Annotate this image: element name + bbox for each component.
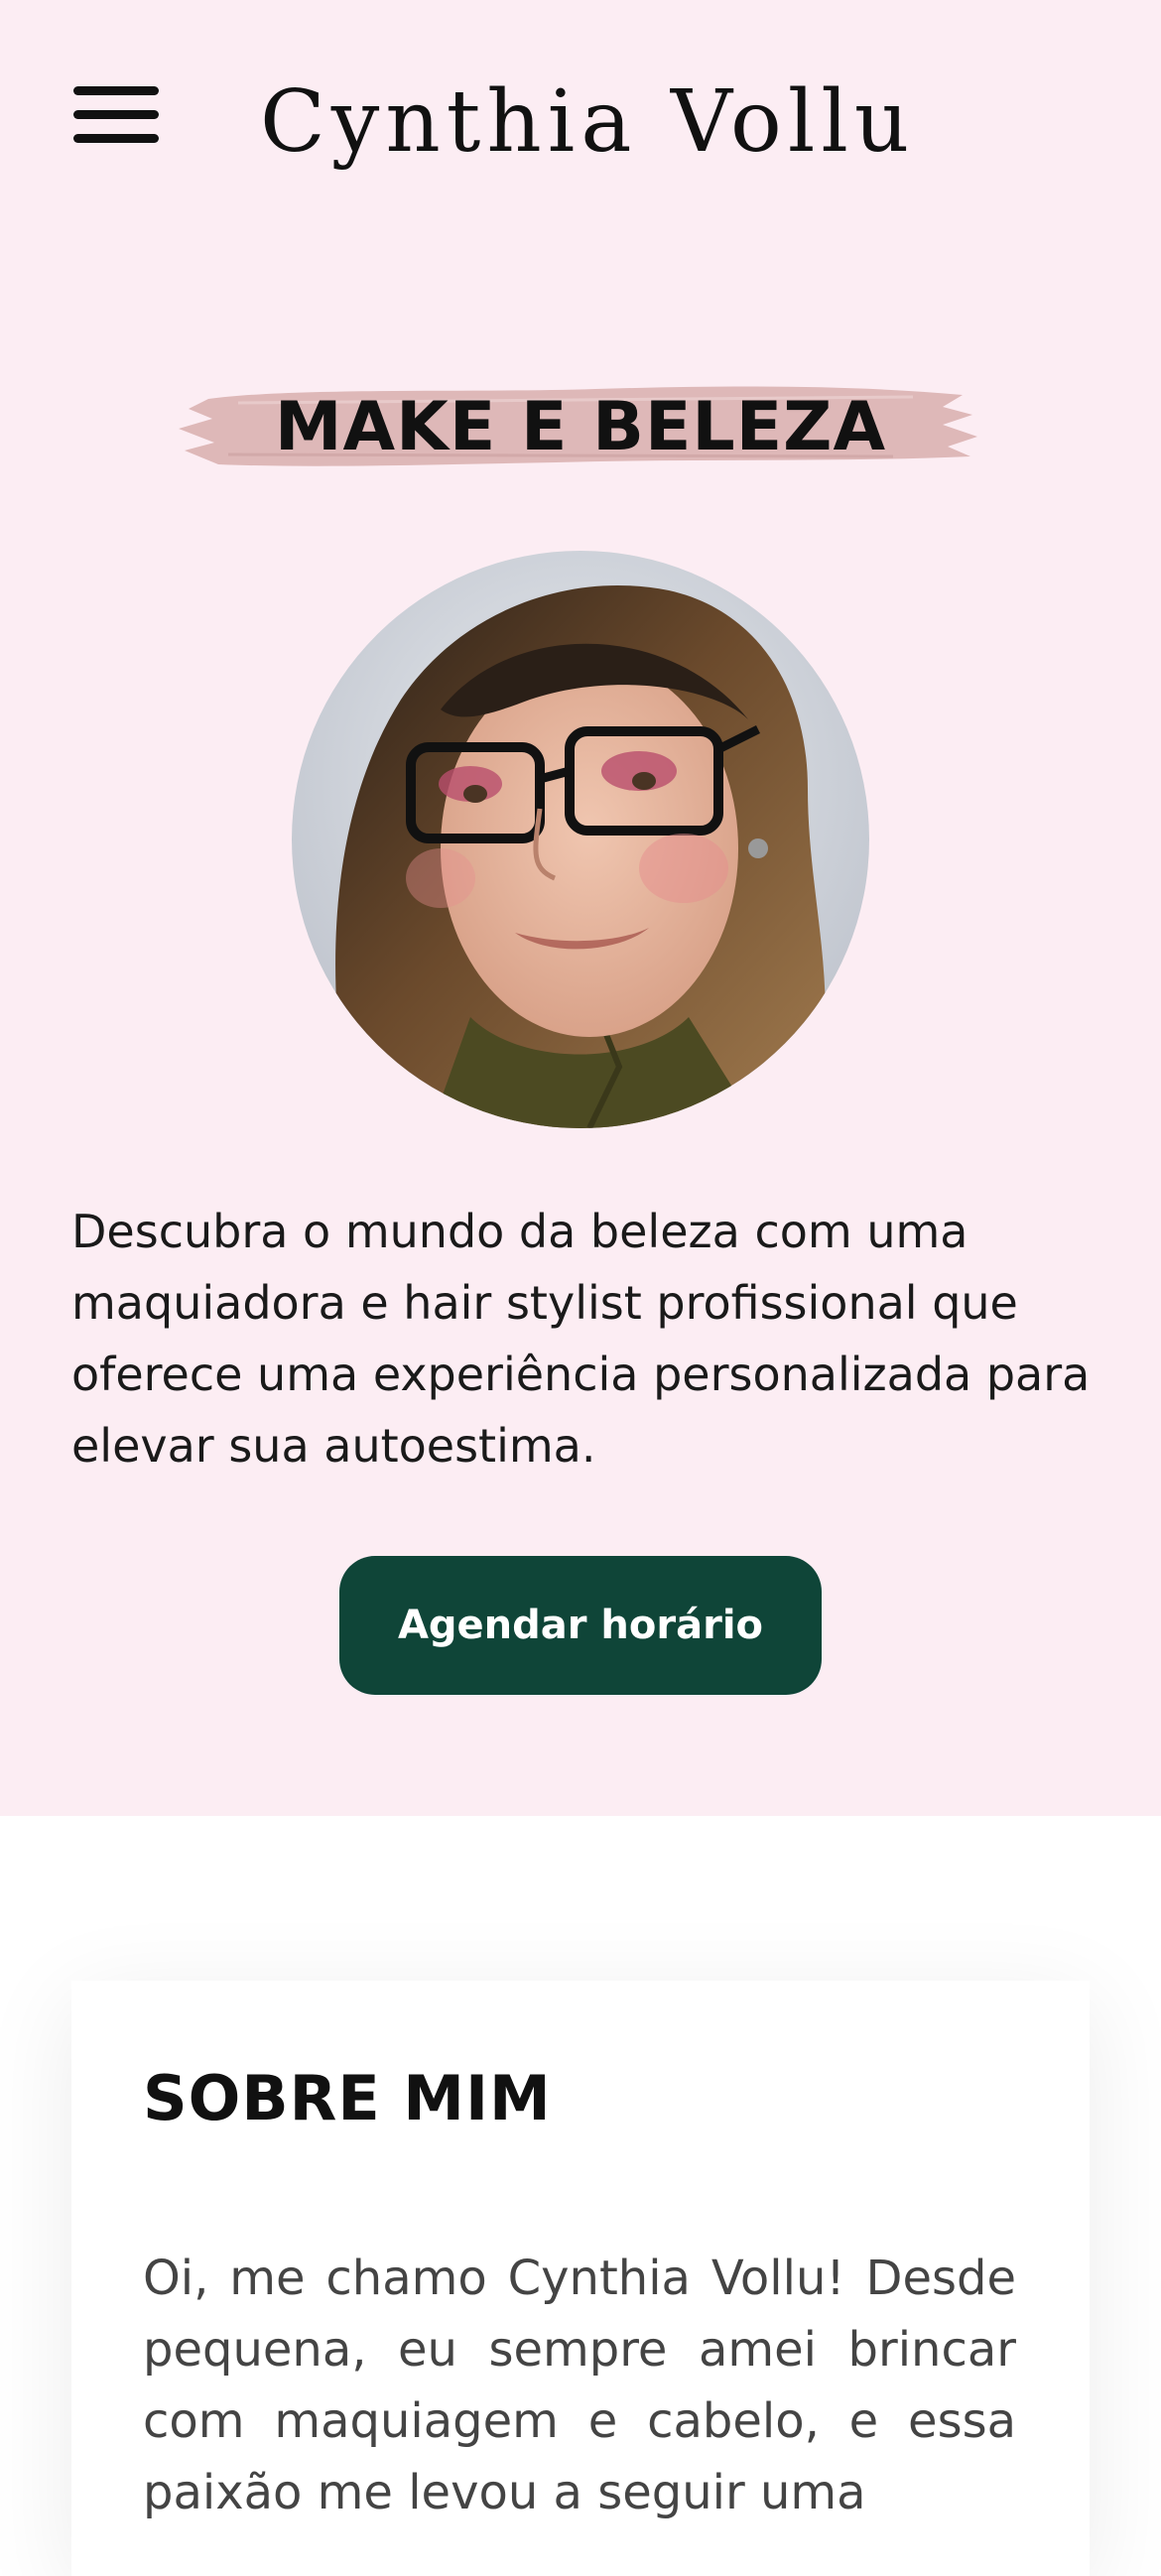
portrait-illustration — [292, 551, 869, 1128]
portrait-photo — [292, 551, 869, 1128]
schedule-appointment-button[interactable]: Agendar horário — [339, 1556, 822, 1695]
site-brand-title[interactable]: Cynthia Vollu — [260, 71, 915, 174]
tagline-text: MAKE E BELEZA — [274, 387, 887, 466]
menu-icon-bar-bottom — [73, 133, 159, 143]
intro-paragraph: Descubra o mundo da beleza com uma maqui… — [71, 1205, 1091, 1473]
about-title: SOBRE MIM — [143, 2062, 552, 2134]
hamburger-menu-button[interactable] — [64, 69, 163, 159]
tagline-banner: MAKE E BELEZA — [179, 367, 982, 486]
menu-icon-bar-middle — [73, 109, 159, 119]
about-card: SOBRE MIM Oi, me chamo Cynthia Vollu! De… — [71, 1981, 1090, 2576]
menu-icon-bar-top — [73, 85, 159, 95]
about-paragraph: Oi, me chamo Cynthia Vollu! Desde pequen… — [143, 2251, 1016, 2520]
hero-section: Cynthia Vollu MAKE E BELEZA Descubra o m… — [0, 0, 1161, 1816]
